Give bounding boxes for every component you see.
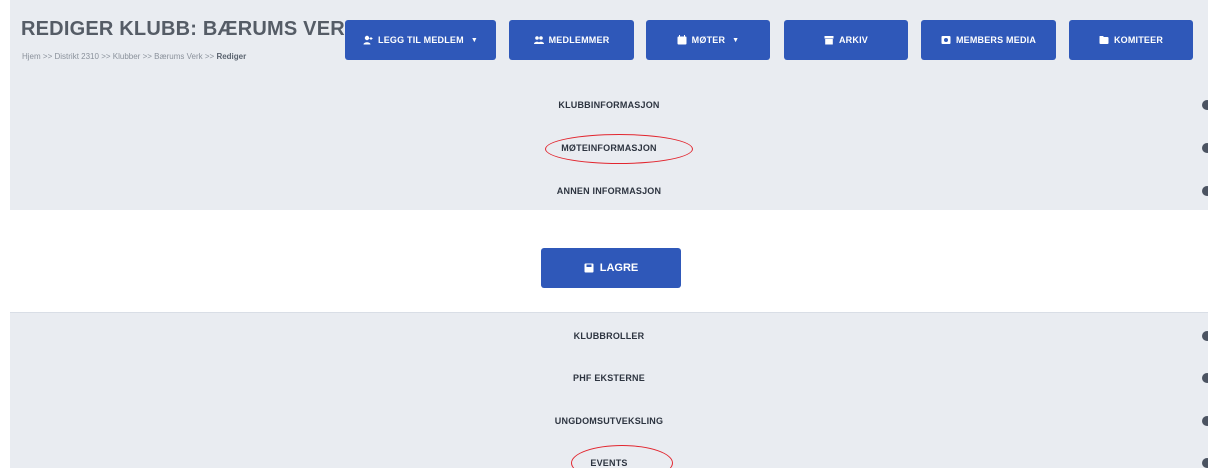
accordion-label: EVENTS <box>590 458 628 468</box>
members-media-label: MEMBERS MEDIA <box>955 35 1037 45</box>
folder-icon <box>1099 36 1109 44</box>
chevron-down-icon: ▼ <box>470 36 478 44</box>
add-member-button[interactable]: LEGG TIL MEDLEM ▼ <box>345 20 496 60</box>
expand-icon <box>1198 371 1208 385</box>
club-roles-panel: KLUBBROLLER PHF EKSTERNE UNGDOMSUTVEKSLI… <box>10 312 1208 468</box>
committees-label: KOMITEER <box>1113 35 1164 45</box>
breadcrumb-separator: >> <box>204 52 215 61</box>
meetings-label: MØTER <box>691 35 726 45</box>
save-icon <box>584 263 594 273</box>
accordion-label: UNGDOMSUTVEKSLING <box>554 416 664 426</box>
expand-icon <box>1198 184 1208 198</box>
accordion-label: KLUBBROLLER <box>573 331 645 341</box>
club-settings-panel: KLUBBINFORMASJON MØTEINFORMASJON ANNEN I… <box>10 82 1208 210</box>
expand-icon <box>1198 329 1208 343</box>
expand-icon <box>1198 98 1208 112</box>
accordion-club-roles[interactable]: KLUBBROLLER <box>10 321 1208 351</box>
accordion-events[interactable]: EVENTS <box>10 448 1208 468</box>
accordion-label: ANNEN INFORMASJON <box>556 186 662 196</box>
user-add-icon <box>363 35 373 45</box>
accordion-label: KLUBBINFORMASJON <box>558 100 660 110</box>
save-button[interactable]: LAGRE <box>541 248 681 288</box>
calendar-icon <box>677 35 687 45</box>
breadcrumb-club[interactable]: Bærums Verk <box>154 52 202 61</box>
expand-icon <box>1198 414 1208 428</box>
breadcrumb-separator: >> <box>42 52 53 61</box>
archive-icon <box>824 36 834 45</box>
members-button[interactable]: MEDLEMMER <box>509 20 634 60</box>
breadcrumb: Hjem >> Distrikt 2310 >> Klubber >> Bæru… <box>22 52 246 61</box>
chevron-down-icon: ▼ <box>732 36 740 44</box>
accordion-label: PHF EKSTERNE <box>573 373 645 383</box>
add-member-label: LEGG TIL MEDLEM <box>378 35 464 45</box>
breadcrumb-clubs[interactable]: Klubber <box>113 52 141 61</box>
page-title: REDIGER KLUBB: BÆRUMS VERK <box>21 18 360 40</box>
accordion-club-information[interactable]: KLUBBINFORMASJON <box>10 90 1208 120</box>
breadcrumb-district[interactable]: Distrikt 2310 <box>54 52 98 61</box>
users-icon <box>533 36 544 44</box>
accordion-phf-external[interactable]: PHF EKSTERNE <box>10 363 1208 393</box>
members-media-button[interactable]: MEMBERS MEDIA <box>921 20 1056 60</box>
archive-label: ARKIV <box>838 35 868 45</box>
media-icon <box>941 36 951 44</box>
committees-button[interactable]: KOMITEER <box>1069 20 1193 60</box>
archive-button[interactable]: ARKIV <box>784 20 908 60</box>
accordion-label: MØTEINFORMASJON <box>561 143 657 153</box>
breadcrumb-separator: >> <box>101 52 111 61</box>
save-label: LAGRE <box>599 262 639 274</box>
breadcrumb-separator: >> <box>142 52 152 61</box>
accordion-youth-exchange[interactable]: UNGDOMSUTVEKSLING <box>10 406 1208 436</box>
expand-icon <box>1198 141 1208 155</box>
accordion-meeting-information[interactable]: MØTEINFORMASJON <box>10 133 1208 163</box>
accordion-other-information[interactable]: ANNEN INFORMASJON <box>10 176 1208 206</box>
meetings-button[interactable]: MØTER ▼ <box>646 20 770 60</box>
expand-icon <box>1198 456 1208 468</box>
members-label: MEDLEMMER <box>548 35 610 45</box>
breadcrumb-home[interactable]: Hjem <box>22 52 41 61</box>
page-header: REDIGER KLUBB: BÆRUMS VERK Hjem >> Distr… <box>10 0 1208 82</box>
breadcrumb-current: Rediger <box>216 52 247 61</box>
